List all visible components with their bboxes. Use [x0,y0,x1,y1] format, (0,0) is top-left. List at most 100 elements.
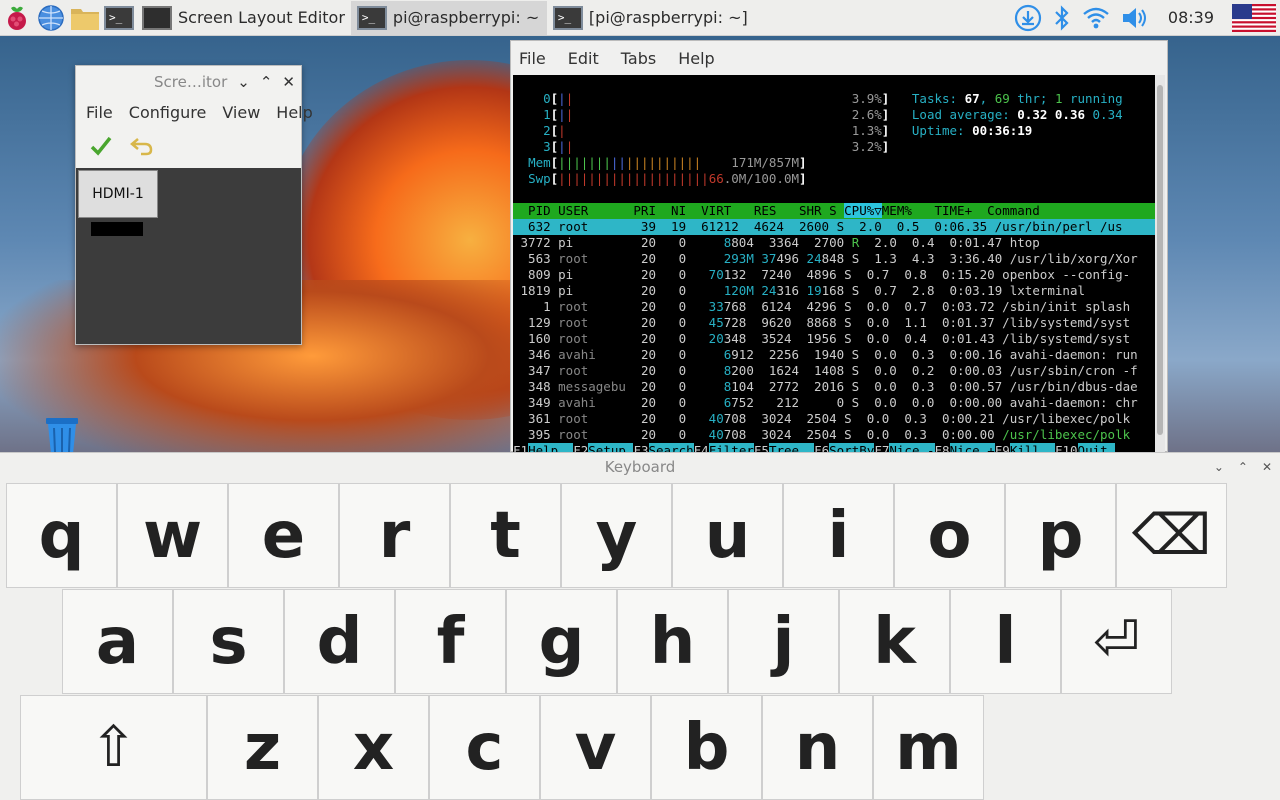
keyboard-titlebar[interactable]: Keyboard ⌄ ⌃ ✕ [0,453,1280,481]
enter-key[interactable]: ⏎ [1061,589,1172,694]
key-s[interactable]: s [173,589,284,694]
close-icon[interactable]: ✕ [282,73,295,91]
terminal-menubar: File Edit Tabs Help [511,41,1167,75]
key-a[interactable]: a [62,589,173,694]
cpu-meter: 1[|| 2.6%] Load average: 0.32 0.36 0.34 [543,107,1123,122]
maximize-icon[interactable]: ⌃ [1238,453,1248,481]
menu-help[interactable]: Help [276,103,312,122]
chevron-down-icon[interactable]: ⌄ [1214,453,1224,481]
key-r[interactable]: r [339,483,450,588]
chevron-down-icon[interactable]: ⌄ [237,73,250,91]
menubar: File Configure View Help [76,98,313,126]
web-browser-icon[interactable] [34,0,68,36]
process-row: 809 pi 20 0 70132 7240 4896 S 0.7 0.8 0:… [513,267,1131,282]
monitor-icon [142,5,172,30]
wifi-icon[interactable] [1082,5,1110,31]
download-updates-icon[interactable] [1014,4,1042,32]
keyboard-row-3: ⇧ z x c v b n m [20,695,984,800]
process-row: 349 avahi 20 0 6752 212 0 S 0.0 0.0 0:00… [513,395,1138,410]
key-n[interactable]: n [762,695,873,800]
process-row: 346 avahi 20 0 6912 2256 1940 S 0.0 0.3 … [513,347,1138,362]
undo-icon[interactable] [130,135,154,157]
key-y[interactable]: y [561,483,672,588]
keyboard-layout-flag-icon[interactable] [1232,3,1276,32]
htop-output[interactable]: 0[|| 3.9%] Tasks: 67, 69 thr; 1 running … [513,75,1155,453]
menu-help[interactable]: Help [678,49,714,68]
key-j[interactable]: j [728,589,839,694]
terminal-scrollbar[interactable] [1155,75,1165,453]
key-b[interactable]: b [651,695,762,800]
menu-edit[interactable]: Edit [568,49,599,68]
key-c[interactable]: c [429,695,540,800]
layout-canvas[interactable]: HDMI-1 [76,168,301,344]
key-q[interactable]: q [6,483,117,588]
close-icon[interactable]: ✕ [1262,453,1272,481]
task-terminal-1[interactable]: >_ pi@raspberrypi: ~ [350,0,547,35]
key-h[interactable]: h [617,589,728,694]
shift-key[interactable]: ⇧ [20,695,207,800]
key-g[interactable]: g [506,589,617,694]
apply-check-icon[interactable] [90,135,112,157]
process-row: 348 messagebu 20 0 8104 2772 2016 S 0.0 … [513,379,1138,394]
key-i[interactable]: i [783,483,894,588]
key-u[interactable]: u [672,483,783,588]
volume-icon[interactable] [1120,5,1150,31]
clock[interactable]: 08:39 [1168,8,1214,27]
key-m[interactable]: m [873,695,984,800]
cpu-meter: 3[|| 3.2%] [543,139,890,154]
screen-layout-editor-window: Scre…itor ⌄ ⌃ ✕ File Configure View Help… [75,65,313,345]
taskbar: >_ Screen Layout Editor >_ pi@raspberryp… [0,0,1280,36]
key-d[interactable]: d [284,589,395,694]
task-label: [pi@raspberrypi: ~] [588,8,748,27]
key-w[interactable]: w [117,483,228,588]
process-row: 347 root 20 0 8200 1624 1408 S 0.0 0.2 0… [513,363,1138,378]
process-row: 3772 pi 20 0 8804 3364 2700 R 2.0 0.4 0:… [513,235,1040,250]
terminal-launcher-icon[interactable]: >_ [102,0,136,36]
key-v[interactable]: v [540,695,651,800]
swap-meter: Swp[||||||||||||||||||||66.0M/100.0M] [528,171,807,186]
process-row: 395 root 20 0 40708 3024 2504 S 0.0 0.3 … [513,427,1131,442]
process-row: 129 root 20 0 45728 9620 8868 S 0.0 1.1 … [513,315,1131,330]
process-row: 563 root 20 0 293M 37496 24848 S 1.3 4.3… [513,251,1138,266]
maximize-icon[interactable]: ⌃ [260,73,273,91]
keyboard-row-1: q w e r t y u i o p ⌫ [6,483,1227,588]
onscreen-keyboard-window: Keyboard ⌄ ⌃ ✕ q w e r t y u i o p ⌫ a s d f g h j k l ⏎ ⇧ z… [0,452,1280,800]
bluetooth-icon[interactable] [1052,4,1072,32]
window-titlebar[interactable]: Scre…itor ⌄ ⌃ ✕ [76,66,301,98]
task-screen-layout-editor[interactable]: Screen Layout Editor [136,1,351,35]
key-t[interactable]: t [450,483,561,588]
key-k[interactable]: k [839,589,950,694]
keyboard-row-2: a s d f g h j k l ⏎ [62,589,1172,694]
trash-icon[interactable] [40,414,84,454]
process-row: 1 root 20 0 33768 6124 4296 S 0.0 0.7 0:… [513,299,1131,314]
cpu-meter: 0[|| 3.9%] Tasks: 67, 69 thr; 1 running [543,91,1123,106]
file-manager-icon[interactable] [68,0,102,36]
key-p[interactable]: p [1005,483,1116,588]
terminal-icon: >_ [552,5,583,30]
menu-file[interactable]: File [519,49,546,68]
task-terminal-2[interactable]: >_ [pi@raspberrypi: ~] [547,1,754,35]
monitor-shadow [91,222,143,236]
raspberry-menu-icon[interactable] [0,0,34,36]
key-e[interactable]: e [228,483,339,588]
menu-file[interactable]: File [86,103,113,122]
key-f[interactable]: f [395,589,506,694]
toolbar [76,126,301,166]
monitor-hdmi-1[interactable]: HDMI-1 [78,170,158,218]
process-row-selected: 632 root 39 19 61212 4624 2600 S 2.0 0.5… [513,219,1155,235]
window-title: Scre…itor [154,73,228,91]
key-o[interactable]: o [894,483,1005,588]
menu-view[interactable]: View [222,103,260,122]
terminal-window: File Edit Tabs Help 0[|| 3.9%] Tasks: 67… [510,40,1168,453]
terminal-icon: >_ [356,5,387,30]
key-l[interactable]: l [950,589,1061,694]
key-z[interactable]: z [207,695,318,800]
menu-configure[interactable]: Configure [129,103,207,122]
memory-meter: Mem[||||||||||||||||||| 171M/857M] [528,155,807,170]
key-x[interactable]: x [318,695,429,800]
process-row: 160 root 20 0 20348 3524 1956 S 0.0 0.4 … [513,331,1131,346]
backspace-key[interactable]: ⌫ [1116,483,1227,588]
menu-tabs[interactable]: Tabs [621,49,656,68]
